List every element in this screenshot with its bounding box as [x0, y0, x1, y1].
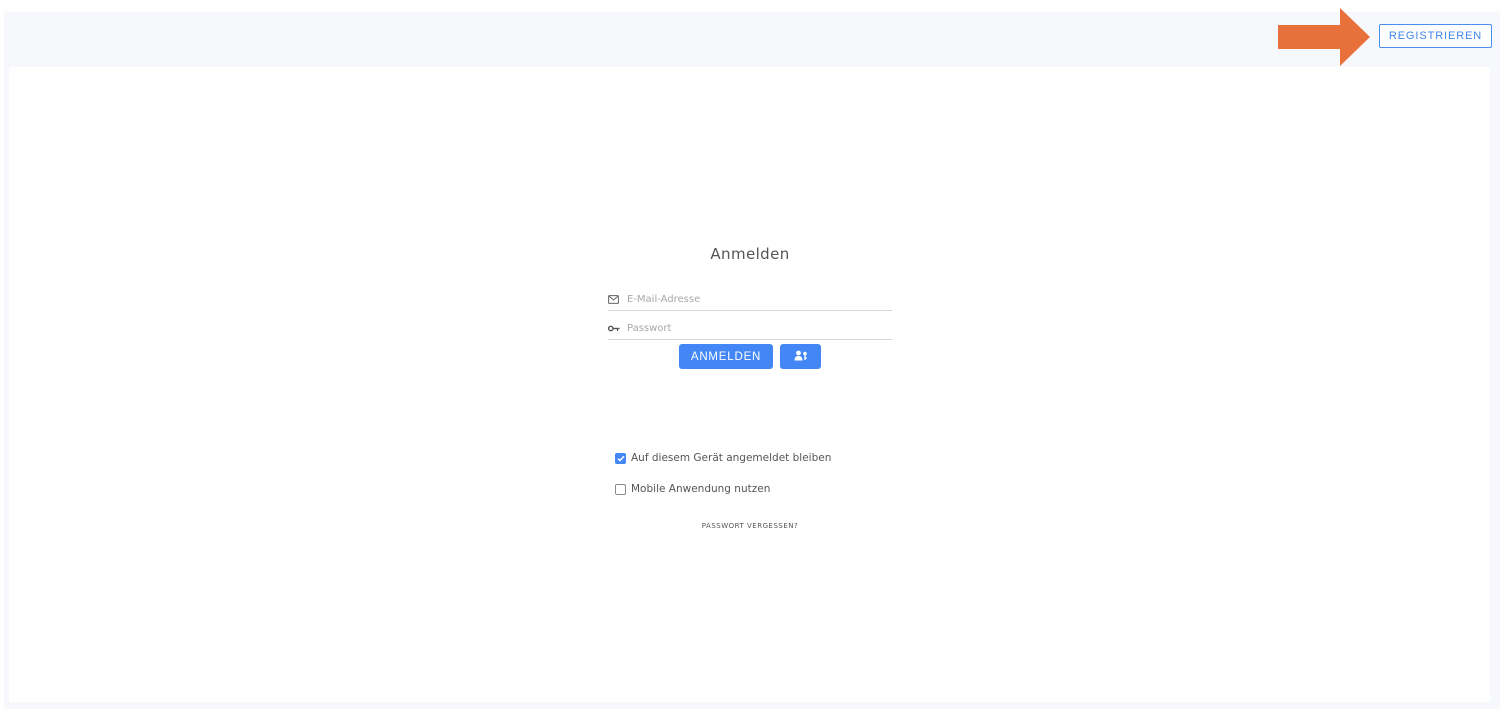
alt-login-button[interactable]	[780, 344, 821, 369]
checkmark-icon	[616, 455, 625, 462]
register-button[interactable]: REGISTRIEREN	[1379, 24, 1492, 48]
password-input[interactable]	[626, 323, 886, 334]
remember-me-option[interactable]: Auf diesem Gerät angemeldet bleiben	[615, 452, 831, 464]
mobile-app-option[interactable]: Mobile Anwendung nutzen	[615, 483, 770, 495]
top-bar: REGISTRIEREN	[4, 8, 1500, 67]
user-key-icon	[794, 350, 808, 364]
app-frame: REGISTRIEREN Anmelden E-Mail-Adresse ANM…	[4, 8, 1500, 709]
key-icon	[608, 325, 626, 332]
remember-me-label: Auf diesem Gerät angemeldet bleiben	[631, 452, 832, 464]
forgot-password-link[interactable]: PASSWORT VERGESSEN?	[608, 522, 892, 530]
main-content: Anmelden E-Mail-Adresse ANMELDEN Auf die…	[9, 67, 1490, 702]
mobile-app-checkbox[interactable]	[615, 483, 626, 495]
login-button[interactable]: ANMELDEN	[679, 344, 773, 369]
email-field	[608, 289, 892, 311]
password-field	[608, 318, 892, 340]
login-actions: ANMELDEN	[679, 344, 821, 369]
arrow-right-icon	[1278, 8, 1370, 66]
email-input[interactable]	[626, 294, 886, 305]
remember-me-checkbox[interactable]	[615, 452, 626, 464]
mobile-app-label: Mobile Anwendung nutzen	[631, 483, 771, 495]
login-title: Anmelden	[710, 245, 790, 263]
mail-icon	[608, 295, 626, 304]
